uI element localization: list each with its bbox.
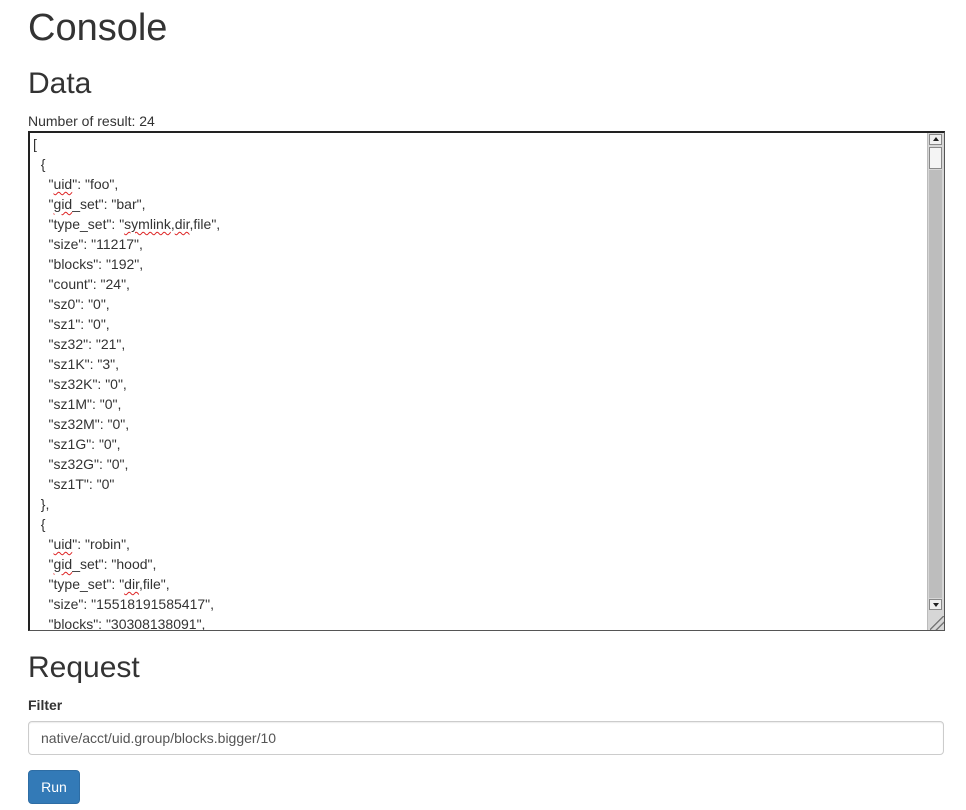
json-line: "gid_set": "bar", xyxy=(33,196,146,212)
textarea-scrollbar[interactable] xyxy=(927,133,944,630)
scroll-track[interactable] xyxy=(929,170,942,598)
request-heading: Request xyxy=(28,651,140,684)
filter-input[interactable] xyxy=(28,721,944,755)
json-line: [ xyxy=(33,136,37,152)
json-line: "uid": "foo", xyxy=(33,176,119,192)
json-line: "blocks": "192", xyxy=(33,256,144,272)
json-line: "sz1": "0", xyxy=(33,316,110,332)
result-count: Number of result: 24 xyxy=(28,113,155,129)
json-line: "size": "11217", xyxy=(33,236,143,252)
json-line: "count": "24", xyxy=(33,276,130,292)
json-line: { xyxy=(33,516,46,532)
json-line: "sz32M": "0", xyxy=(33,416,130,432)
run-button[interactable]: Run xyxy=(28,770,80,804)
json-line: "type_set": "symlink,dir,file", xyxy=(33,216,221,232)
json-line: "blocks": "30308138091", xyxy=(33,616,206,631)
json-line: { xyxy=(33,156,46,172)
json-line: "sz1M": "0", xyxy=(33,396,122,412)
json-line: "sz32G": "0", xyxy=(33,456,129,472)
page-title: Console xyxy=(28,7,168,49)
result-json-text: [ { "uid": "foo", "gid_set": "bar", "typ… xyxy=(33,134,923,631)
data-heading: Data xyxy=(28,67,92,100)
scroll-up-arrow-icon[interactable] xyxy=(929,134,942,145)
resize-grip-icon[interactable] xyxy=(930,616,944,630)
json-line: "sz0": "0", xyxy=(33,296,110,312)
json-line: "gid_set": "hood", xyxy=(33,556,157,572)
json-line: "type_set": "dir,file", xyxy=(33,576,170,592)
json-line: }, xyxy=(33,496,50,512)
json-line: "sz1T": "0" xyxy=(33,476,115,492)
json-line: "sz1G": "0", xyxy=(33,436,121,452)
scroll-thumb[interactable] xyxy=(929,147,942,169)
json-line: "sz32": "21", xyxy=(33,336,126,352)
scroll-down-arrow-icon[interactable] xyxy=(929,599,942,610)
filter-label: Filter xyxy=(28,697,63,713)
json-line: "uid": "robin", xyxy=(33,536,130,552)
json-line: "size": "15518191585417", xyxy=(33,596,215,612)
result-textarea[interactable]: [ { "uid": "foo", "gid_set": "bar", "typ… xyxy=(28,131,945,631)
json-line: "sz1K": "3", xyxy=(33,356,120,372)
json-line: "sz32K": "0", xyxy=(33,376,127,392)
